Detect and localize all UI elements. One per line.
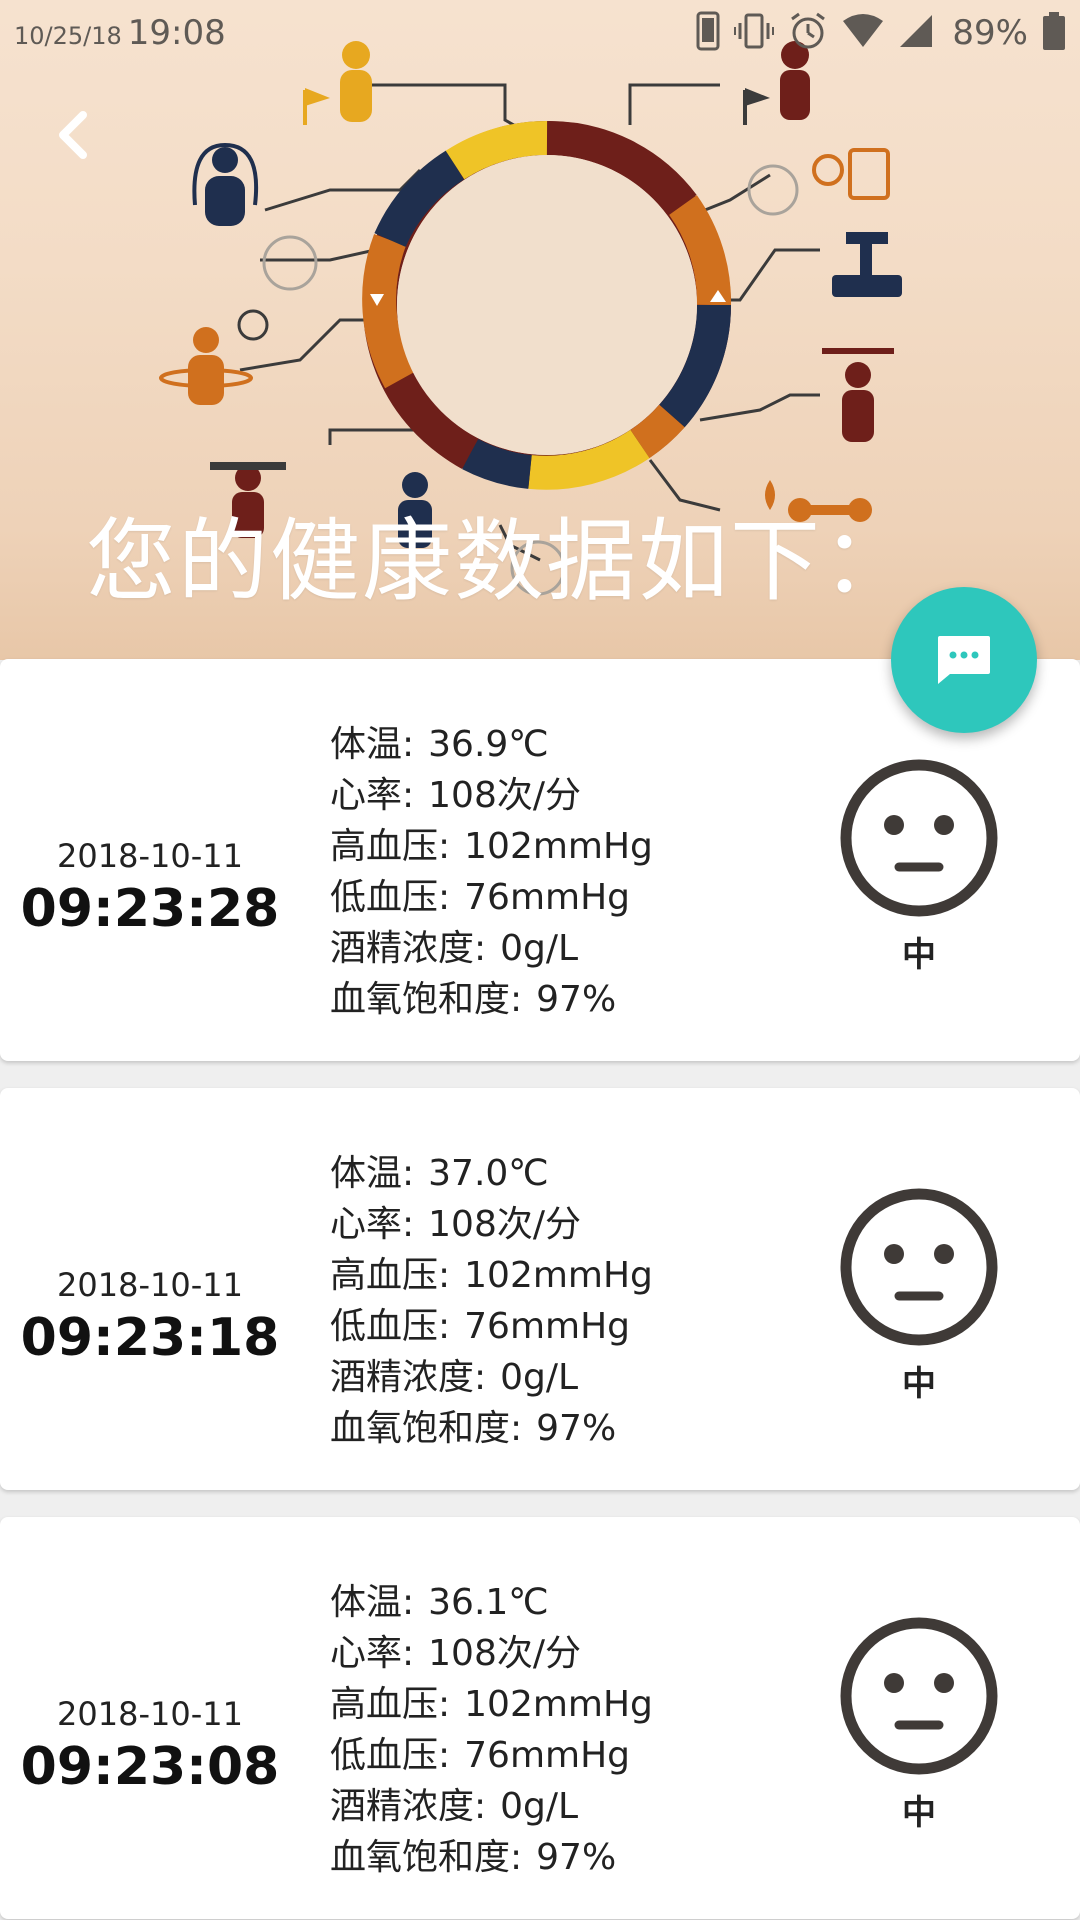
metric-value: 108次/分 xyxy=(428,1633,581,1674)
metric-row-systolic: 高血压: 102mmHg xyxy=(330,821,653,872)
metric-label: 血氧饱和度: xyxy=(330,979,523,1020)
metric-row-diastolic: 低血压: 76mmHg xyxy=(330,1301,653,1352)
header-banner: 10/25/18 19:08 89% 您的健康数据如下： xyxy=(0,0,1080,660)
metric-value: 36.9℃ xyxy=(428,724,549,765)
record-metrics: 体温: 37.0℃ 心率: 108次/分 高血压: 102mmHg 低血压: 76mmH… xyxy=(330,1148,653,1454)
signal-icon xyxy=(898,13,934,53)
metric-label: 体温: xyxy=(330,1153,415,1194)
alarm-icon xyxy=(788,11,828,55)
metric-row-heart-rate: 心率: 108次/分 xyxy=(330,1199,653,1250)
metric-value: 36.1℃ xyxy=(428,1582,549,1623)
chat-bubble-icon xyxy=(938,636,990,684)
record-date: 2018-10-11 xyxy=(57,1266,243,1304)
metric-row-heart-rate: 心率: 108次/分 xyxy=(330,770,653,821)
chat-button[interactable] xyxy=(891,587,1037,733)
record-metrics: 体温: 36.9℃ 心率: 108次/分 高血压: 102mmHg 低血压: 76mmH… xyxy=(330,719,653,1025)
health-record-card[interactable]: 2018-10-11 09:23:18 体温: 37.0℃ 心率: 108次/分 高… xyxy=(0,1088,1080,1490)
record-metrics: 体温: 36.1℃ 心率: 108次/分 高血压: 102mmHg 低血压: 76mmH… xyxy=(330,1577,653,1883)
metric-label: 心率: xyxy=(330,1204,415,1245)
status-time: 19:08 xyxy=(127,13,226,53)
metric-row-blood-oxygen: 血氧饱和度: 97% xyxy=(330,1832,653,1883)
back-button[interactable] xyxy=(48,105,98,165)
metric-row-temperature: 体温: 37.0℃ xyxy=(330,1148,653,1199)
metric-row-heart-rate: 心率: 108次/分 xyxy=(330,1628,653,1679)
status-icons: 89% xyxy=(696,11,1066,55)
record-time: 09:23:18 xyxy=(20,1308,280,1368)
metric-label: 酒精浓度: xyxy=(330,1357,487,1398)
health-grade: 中 xyxy=(902,1793,936,1833)
chevron-left-icon xyxy=(59,111,87,159)
metric-label: 高血压: xyxy=(330,826,451,867)
metric-row-alcohol: 酒精浓度: 0g/L xyxy=(330,923,653,974)
battery-icon xyxy=(1042,11,1066,55)
metric-label: 心率: xyxy=(330,1633,415,1674)
metric-row-alcohol: 酒精浓度: 0g/L xyxy=(330,1781,653,1832)
record-time: 09:23:08 xyxy=(20,1737,280,1797)
metric-label: 低血压: xyxy=(330,877,451,918)
metric-row-alcohol: 酒精浓度: 0g/L xyxy=(330,1352,653,1403)
record-time: 09:23:28 xyxy=(20,879,280,939)
metric-label: 血氧饱和度: xyxy=(330,1408,523,1449)
record-date: 2018-10-11 xyxy=(57,837,243,875)
metric-value: 0g/L xyxy=(500,1357,579,1398)
metric-value: 102mmHg xyxy=(464,1255,653,1296)
metric-label: 酒精浓度: xyxy=(330,1786,487,1827)
metric-value: 76mmHg xyxy=(464,1735,631,1776)
metric-value: 108次/分 xyxy=(428,1204,581,1245)
metric-row-systolic: 高血压: 102mmHg xyxy=(330,1679,653,1730)
vibrate-icon xyxy=(734,11,775,55)
metric-row-blood-oxygen: 血氧饱和度: 97% xyxy=(330,974,653,1025)
health-grade: 中 xyxy=(902,1364,936,1404)
record-date: 2018-10-11 xyxy=(57,1695,243,1733)
health-record-card[interactable]: 2018-10-11 09:23:08 体温: 36.1℃ 心率: 108次/分 高… xyxy=(0,1517,1080,1919)
metric-row-diastolic: 低血压: 76mmHg xyxy=(330,1730,653,1781)
battery-percentage: 89% xyxy=(952,13,1028,53)
metric-value: 97% xyxy=(536,1408,617,1449)
screen: 10/25/18 19:08 89% 您的健康数据如下： 2018-10-11 … xyxy=(0,0,1080,1920)
health-record-card[interactable]: 2018-10-11 09:23:28 体温: 36.9℃ 心率: 108次/分 高… xyxy=(0,659,1080,1061)
neutral-face-icon xyxy=(840,1188,998,1346)
metric-label: 酒精浓度: xyxy=(330,928,487,969)
metric-label: 体温: xyxy=(330,1582,415,1623)
metric-row-blood-oxygen: 血氧饱和度: 97% xyxy=(330,1403,653,1454)
metric-label: 心率: xyxy=(330,775,415,816)
page-title: 您的健康数据如下： xyxy=(86,509,914,614)
metric-row-temperature: 体温: 36.9℃ xyxy=(330,719,653,770)
metric-value: 0g/L xyxy=(500,1786,579,1827)
metric-row-diastolic: 低血压: 76mmHg xyxy=(330,872,653,923)
metric-label: 血氧饱和度: xyxy=(330,1837,523,1878)
metric-label: 高血压: xyxy=(330,1684,451,1725)
health-grade: 中 xyxy=(902,935,936,975)
metric-value: 37.0℃ xyxy=(428,1153,549,1194)
metric-row-systolic: 高血压: 102mmHg xyxy=(330,1250,653,1301)
metric-value: 97% xyxy=(536,1837,617,1878)
metric-label: 低血压: xyxy=(330,1306,451,1347)
metric-value: 97% xyxy=(536,979,617,1020)
metric-label: 体温: xyxy=(330,724,415,765)
status-date: 10/25/18 xyxy=(14,22,122,50)
metric-value: 0g/L xyxy=(500,928,579,969)
phone-icon xyxy=(696,11,720,55)
wifi-icon xyxy=(842,13,884,53)
metric-row-temperature: 体温: 36.1℃ xyxy=(330,1577,653,1628)
status-bar: 10/25/18 19:08 89% xyxy=(0,0,1080,66)
metric-value: 108次/分 xyxy=(428,775,581,816)
metric-value: 76mmHg xyxy=(464,877,631,918)
neutral-face-icon xyxy=(840,1617,998,1775)
metric-label: 高血压: xyxy=(330,1255,451,1296)
metric-label: 低血压: xyxy=(330,1735,451,1776)
neutral-face-icon xyxy=(840,759,998,917)
metric-value: 102mmHg xyxy=(464,1684,653,1725)
metric-value: 76mmHg xyxy=(464,1306,631,1347)
metric-value: 102mmHg xyxy=(464,826,653,867)
